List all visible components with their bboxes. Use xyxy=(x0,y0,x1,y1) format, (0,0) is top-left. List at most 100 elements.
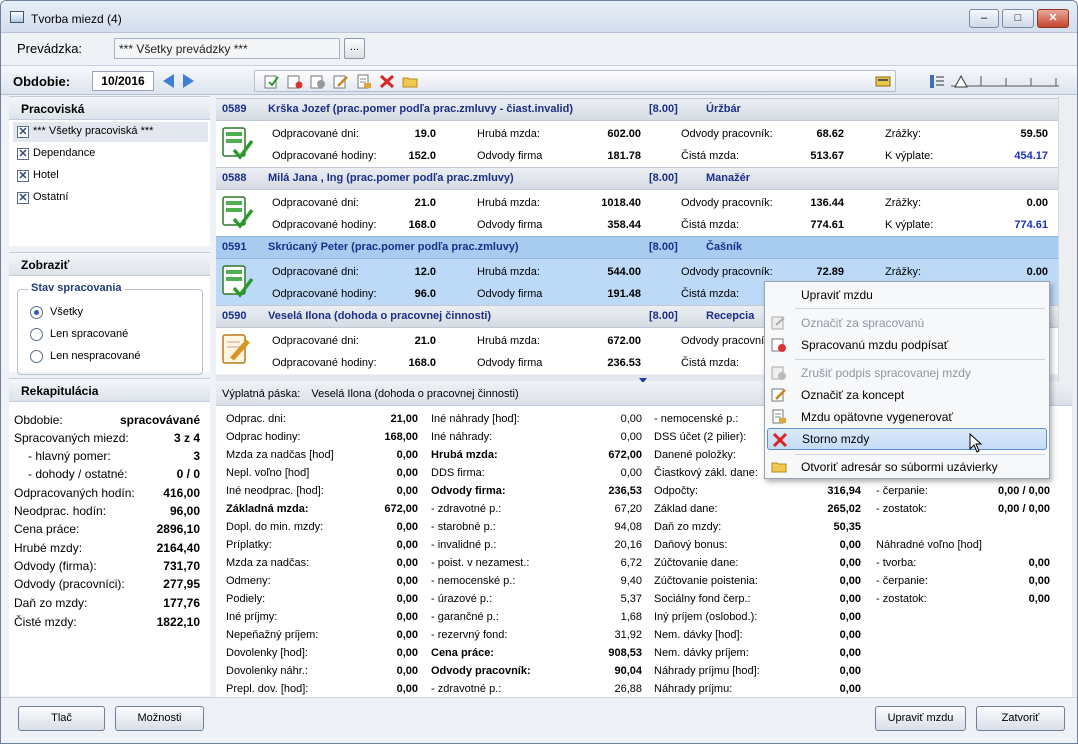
payslip-name: Veselá Ilona (dohoda o pracovnej činnost… xyxy=(311,388,519,400)
payslip-label: Zúčtovanie poistenia: xyxy=(654,575,758,587)
payslip-label: Iné náhrady: xyxy=(431,431,493,443)
radio-processed[interactable]: Len spracované xyxy=(28,327,188,343)
payslip-label: Nepl. voľno [hod] xyxy=(226,467,310,479)
menu-item-edit[interactable]: Upraviť mzdu xyxy=(767,284,1047,306)
toolbar-icons xyxy=(254,70,896,92)
payslip-value: 0,00 xyxy=(396,467,418,479)
prev-period-icon[interactable] xyxy=(163,74,174,88)
payslip-label: DSS účet (2 pilier): xyxy=(654,431,747,443)
payslip-value: 672,00 xyxy=(384,503,418,515)
next-period-icon[interactable] xyxy=(183,74,194,88)
workplace-item[interactable]: ✕ Ostatní xyxy=(13,188,68,208)
employee-header-selected[interactable]: 0591 Skrúcaný Peter (prac.pomer podľa pr… xyxy=(216,236,1058,259)
payslip-label: Odvody pracovník: xyxy=(431,665,531,677)
draft-icon xyxy=(771,387,787,403)
bottom-bar: Tlač Možnosti Upraviť mzdu Zatvoriť xyxy=(1,697,1077,743)
checkbox-checked-icon[interactable]: ✕ xyxy=(17,126,29,138)
workplace-item[interactable]: ✕ Hotel xyxy=(13,166,59,186)
unsign-icon[interactable] xyxy=(310,74,326,89)
payslip-value: 20,16 xyxy=(614,539,642,551)
options-button[interactable]: Možnosti xyxy=(115,706,204,731)
payslip-label: Podiely: xyxy=(226,593,266,605)
menu-item-regenerate[interactable]: Mzdu opätovne vygenerovať xyxy=(767,406,1047,428)
rekap-row: Spracovaných miezd: 3 z 4 xyxy=(14,431,200,445)
checkbox-checked-icon[interactable]: ✕ xyxy=(17,192,29,204)
payslip-label: Odpočty: xyxy=(654,485,699,497)
prevadzka-row: Prevádzka: *** Všetky prevádzky *** ... xyxy=(1,33,1077,65)
close-button[interactable]: Zatvoriť xyxy=(976,706,1065,731)
pracoviska-header: Pracoviská xyxy=(9,96,210,120)
rekap-row: Odvody (pracovníci): 277,95 xyxy=(14,577,200,591)
menu-item-mark-processed[interactable]: Označiť za spracovanú xyxy=(767,312,1047,334)
payslip-value: 0,00 xyxy=(396,683,418,695)
payslip-value: 0,00 xyxy=(839,683,861,695)
payslip-value: 0,00 xyxy=(839,539,861,551)
payslip-label: Nem. dávky príjem: xyxy=(654,647,749,659)
menu-item-mark-draft[interactable]: Označiť za koncept xyxy=(767,384,1047,406)
workplace-item[interactable]: ✕ Dependance xyxy=(13,144,95,164)
workplace-item[interactable]: ✕ *** Všetky pracoviská *** xyxy=(13,122,208,142)
mark-processed-icon[interactable] xyxy=(264,74,280,89)
edit-salary-button[interactable]: Upraviť mzdu xyxy=(875,706,966,731)
payslip-label: Odmeny: xyxy=(226,575,271,587)
rekap-row: Neodprac. hodín: 96,00 xyxy=(14,504,200,518)
draft-icon[interactable] xyxy=(333,74,349,89)
sign-icon[interactable] xyxy=(287,74,303,89)
payslip-value: 0,00 xyxy=(396,575,418,587)
app-icon xyxy=(10,11,24,23)
title-bar: Tvorba miezd (4) – □ ✕ xyxy=(1,1,1077,33)
payslip-value: 908,53 xyxy=(608,647,642,659)
employee-header[interactable]: 0589 Krška Jozef (prac.pomer podľa prac.… xyxy=(216,98,1058,121)
payslip-value: 0,00 xyxy=(839,629,861,641)
radio-all[interactable]: Všetky xyxy=(28,305,188,321)
maximize-button[interactable]: □ xyxy=(1002,9,1034,28)
edit-icon xyxy=(771,315,787,331)
rekap-row: - hlavný pomer: 3 xyxy=(28,449,200,463)
radio-unprocessed[interactable]: Len nespracované xyxy=(28,349,188,365)
radio-icon[interactable] xyxy=(30,328,43,341)
zoom-slider[interactable] xyxy=(951,74,1061,88)
payslip-value: 0,00 xyxy=(839,611,861,623)
menu-separator xyxy=(795,359,1045,360)
payslip-label: Dopl. do min. mzdy: xyxy=(226,521,324,533)
payslip-value: 5,37 xyxy=(620,593,642,605)
folder-icon[interactable] xyxy=(402,74,418,89)
payslip-label: Príplatky: xyxy=(226,539,272,551)
prevadzka-browse-button[interactable]: ... xyxy=(344,38,365,59)
menu-item-open-folder[interactable]: Otvoriť adresár so súbormi uzávierky xyxy=(767,456,1047,478)
checkbox-checked-icon[interactable]: ✕ xyxy=(17,170,29,182)
payslip-value: 26,88 xyxy=(614,683,642,695)
payslip-value: 0,00 xyxy=(620,431,642,443)
mouse-cursor-icon xyxy=(969,432,983,453)
payslip-value: 31,92 xyxy=(614,629,642,641)
period-field[interactable]: 10/2016 xyxy=(92,71,154,91)
employee-row[interactable]: Odpracované dni: 21.0 Odpracované hodiny:… xyxy=(216,190,1058,236)
radio-icon[interactable] xyxy=(30,350,43,363)
employee-header[interactable]: 0588 Milá Jana , Ing (prac.pomer podľa p… xyxy=(216,167,1058,190)
settings-icon[interactable] xyxy=(875,74,891,89)
payslip-label: Iný príjem (oslobod.): xyxy=(654,611,758,623)
payslip-value: 0,00 xyxy=(396,521,418,533)
cancel-icon[interactable] xyxy=(379,74,395,89)
menu-item-sign[interactable]: Spracovanú mzdu podpísať xyxy=(767,334,1047,356)
print-button[interactable]: Tlač xyxy=(18,706,105,731)
layout-icon[interactable] xyxy=(929,74,945,89)
checkbox-checked-icon[interactable]: ✕ xyxy=(17,148,29,160)
regenerate-icon[interactable] xyxy=(356,74,372,89)
employee-row[interactable]: Odpracované dni: 19.0 Odpracované hodiny:… xyxy=(216,121,1058,167)
prevadzka-combo[interactable]: *** Všetky prevádzky *** xyxy=(114,38,340,59)
payslip-value: 0,00 xyxy=(1028,593,1050,605)
close-window-button[interactable]: ✕ xyxy=(1037,9,1069,28)
payslip-label: Mzda za nadčas [hod] xyxy=(226,449,334,461)
menu-item-unsign[interactable]: Zrušiť podpis spracovanej mzdy xyxy=(767,362,1047,384)
radio-selected-icon[interactable] xyxy=(30,306,43,319)
menu-item-cancel[interactable]: Storno mzdy xyxy=(767,428,1047,450)
pracoviska-list: ✕ *** Všetky pracoviská *** ✕ Dependance ✕… xyxy=(9,120,210,246)
period-label: Obdobie: xyxy=(13,74,71,89)
payslip-label: Základ dane: xyxy=(654,503,718,515)
processed-check-icon xyxy=(222,195,254,229)
minimize-button[interactable]: – xyxy=(969,9,999,28)
payslip-value: 0,00 xyxy=(839,665,861,677)
window-title: Tvorba miezd (4) xyxy=(31,12,122,26)
payslip-label: - starobné p.: xyxy=(431,521,496,533)
